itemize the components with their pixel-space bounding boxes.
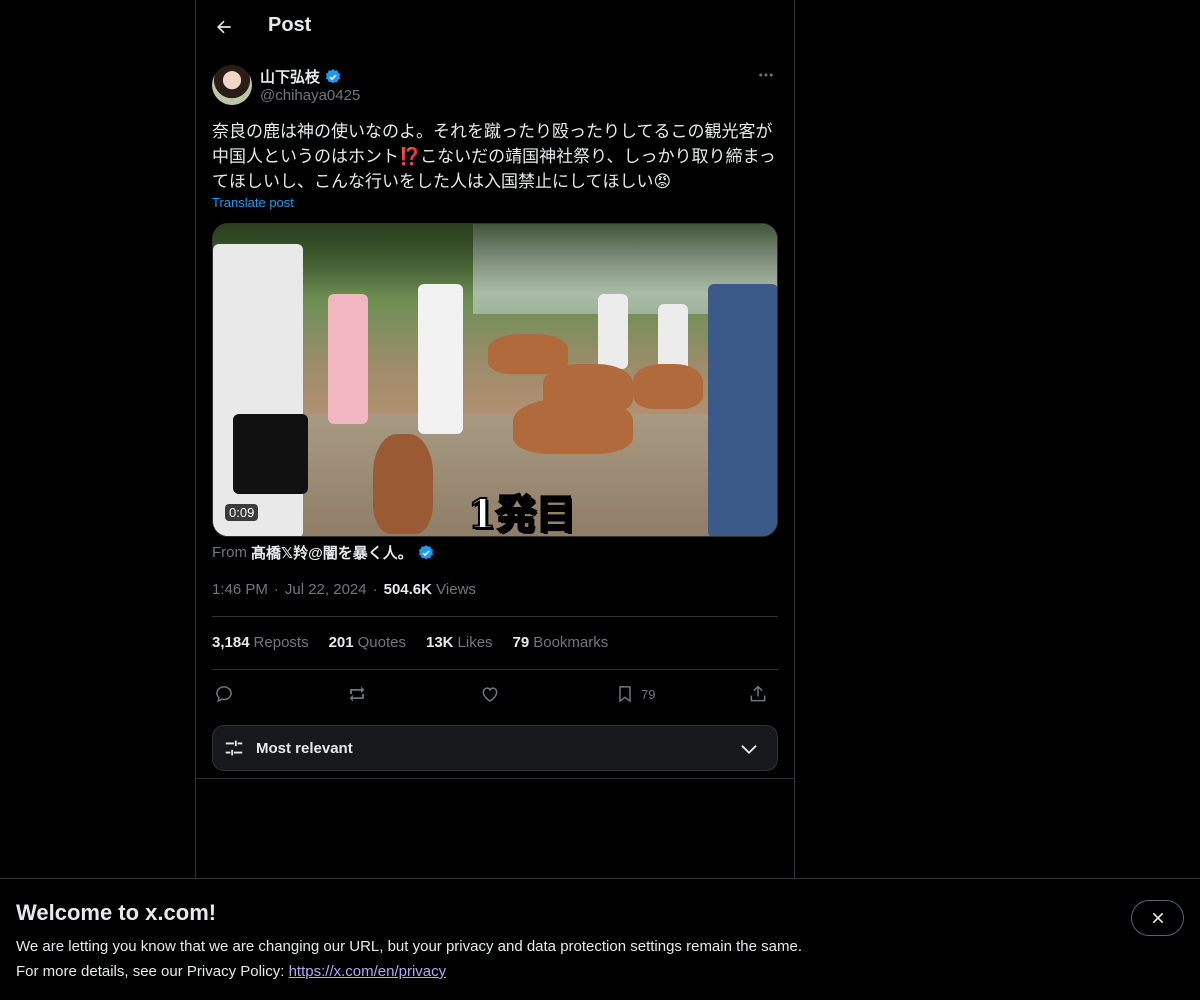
views-label: Views	[436, 581, 476, 598]
main-column: Post 山下弘枝 @chihaya0425 奈良の鹿は神の使いなのよ。それを蹴…	[195, 0, 795, 880]
stat-likes[interactable]: 13K Likes	[426, 634, 493, 651]
divider	[196, 778, 794, 779]
post-stats: 3,184 Reposts 201 Quotes 13K Likes 79 Bookma…	[212, 634, 608, 651]
stat-reposts[interactable]: 3,184 Reposts	[212, 634, 309, 651]
post-video[interactable]: 1発目 0:09	[212, 223, 778, 537]
page-header: Post	[196, 0, 794, 54]
media-source: From 髙橋𝕏羚@闇を暴く人。	[212, 542, 435, 563]
heart-icon	[482, 687, 498, 702]
video-duration-badge: 0:09	[225, 504, 259, 521]
views-count: 504.6K	[383, 581, 432, 598]
reply-sort-dropdown[interactable]: Most relevant	[212, 725, 778, 771]
meta-separator: ·	[372, 581, 378, 598]
post-text: 奈良の鹿は神の使いなのよ。それを蹴ったり殴ったりしてるこの観光客が 中国人という…	[212, 122, 776, 191]
video-frame-person	[328, 294, 368, 424]
bookmark-button[interactable]: 79	[615, 680, 655, 708]
welcome-banner: Welcome to x.com! We are letting you kno…	[0, 878, 1200, 1000]
author-name[interactable]: 山下弘枝	[260, 66, 342, 87]
privacy-policy-link[interactable]: https://x.com/en/privacy	[289, 963, 447, 980]
avatar[interactable]	[212, 65, 252, 105]
banner-privacy-line: For more details, see our Privacy Policy…	[16, 963, 446, 980]
divider	[212, 669, 778, 670]
media-source-prefix: From	[212, 544, 247, 561]
meta-separator: ·	[273, 581, 279, 598]
video-frame-person	[708, 284, 777, 536]
video-frame-deer	[513, 399, 633, 454]
close-banner-button[interactable]	[1131, 900, 1184, 936]
repost-button[interactable]	[346, 680, 368, 708]
post-actions: 79	[212, 680, 778, 708]
stat-bookmarks[interactable]: 79 Bookmarks	[513, 634, 609, 651]
close-icon	[1152, 912, 1163, 924]
post-time[interactable]: 1:46 PM	[212, 581, 268, 598]
banner-privacy-prefix: For more details, see our Privacy Policy…	[16, 963, 289, 980]
stat-quotes[interactable]: 201 Quotes	[329, 634, 406, 651]
reply-icon	[216, 686, 232, 703]
author-handle[interactable]: @chihaya0425	[260, 87, 360, 104]
verified-badge-icon	[418, 544, 433, 559]
share-button[interactable]	[748, 680, 768, 708]
share-icon	[750, 685, 766, 702]
reply-button[interactable]	[214, 680, 234, 708]
video-caption-overlay: 1発目	[467, 490, 577, 537]
bookmark-icon	[619, 686, 631, 703]
translate-post-link[interactable]: Translate post	[212, 195, 294, 210]
repost-icon	[349, 686, 365, 702]
verified-badge-icon	[325, 68, 341, 83]
media-source-name[interactable]: 髙橋𝕏羚@闇を暴く人。	[251, 542, 413, 563]
more-options-button[interactable]	[754, 63, 778, 87]
author-name-text: 山下弘枝	[260, 69, 321, 86]
banner-message: We are letting you know that we are chan…	[16, 938, 802, 955]
video-frame-person	[598, 294, 628, 369]
back-button[interactable]	[206, 9, 242, 45]
like-button[interactable]	[480, 680, 500, 708]
video-frame-person	[418, 284, 463, 434]
sliders-icon	[225, 740, 243, 756]
post-date[interactable]: Jul 22, 2024	[285, 581, 367, 598]
banner-title: Welcome to x.com!	[16, 900, 217, 925]
chevron-down-icon	[741, 745, 757, 755]
post-author: 山下弘枝 @chihaya0425	[212, 65, 778, 107]
video-frame-deer	[633, 364, 703, 409]
divider	[212, 616, 778, 617]
more-dots-icon	[759, 73, 773, 77]
page-title: Post	[268, 14, 312, 36]
video-frame-person	[233, 414, 308, 494]
arrow-left-icon	[217, 20, 231, 34]
post-meta: 1:46 PM · Jul 22, 2024 · 504.6K Views	[212, 581, 476, 598]
sort-label: Most relevant	[256, 740, 353, 757]
bookmark-count: 79	[641, 686, 656, 702]
video-frame-deer	[373, 434, 433, 534]
